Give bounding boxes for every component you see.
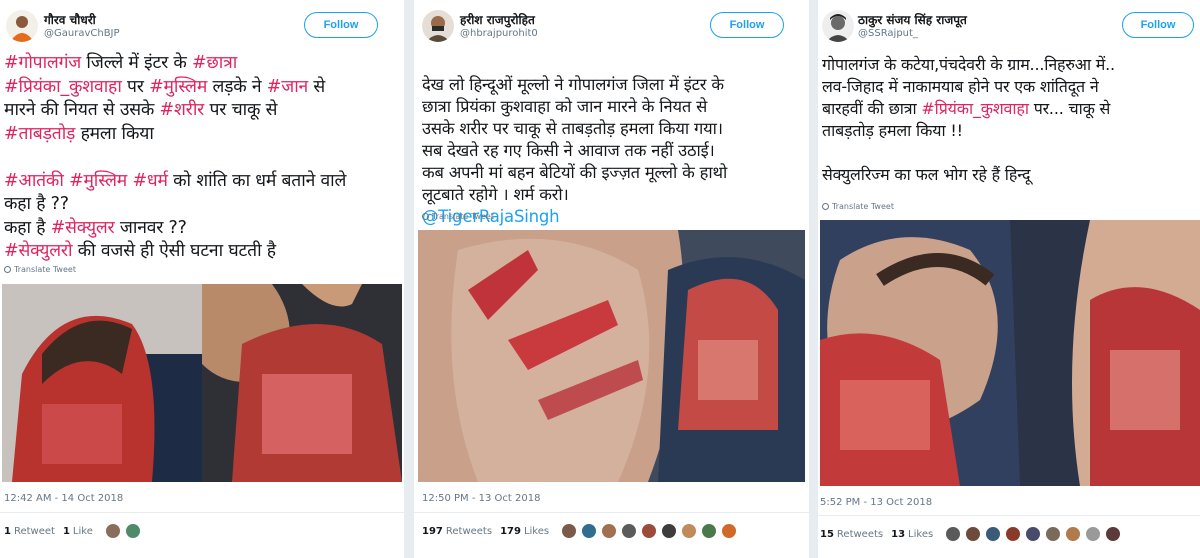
tweet-header: गौरव चौधरी @GauravChBJP Follow — [0, 8, 404, 48]
tweet-timestamp[interactable]: 12:50 PM - 13 Oct 2018 — [422, 493, 540, 504]
hashtag-link[interactable]: #गोपालगंज — [4, 53, 81, 73]
tweet-timestamp[interactable]: 12:42 AM - 14 Oct 2018 — [4, 493, 123, 504]
tweet-timestamp[interactable]: 5:52 PM - 13 Oct 2018 — [820, 497, 932, 508]
hashtag-link[interactable]: #सेक्युलरो — [4, 241, 73, 261]
hashtag-link[interactable]: #जान — [267, 77, 308, 97]
liker-avatar[interactable] — [621, 523, 638, 539]
avatar[interactable] — [822, 10, 854, 42]
likers-avatars[interactable] — [945, 526, 1125, 542]
liker-avatar[interactable] — [1005, 526, 1022, 542]
tweet-text-fragment: पर चाकू से — [209, 100, 278, 120]
liker-avatar[interactable] — [965, 526, 982, 542]
hashtag-link[interactable]: #मुस्लिम — [69, 171, 127, 191]
hashtag-link[interactable]: #छात्रा — [192, 53, 237, 73]
liker-avatar[interactable] — [1045, 526, 1062, 542]
likers-avatars[interactable] — [561, 523, 741, 539]
tweet-text: गोपालगंज के कटेया,पंचदेवरी के ग्राम...नि… — [822, 54, 1192, 186]
liker-avatar[interactable] — [104, 523, 121, 539]
translate-tweet-link[interactable]: Translate Tweet — [422, 212, 494, 221]
divider — [0, 512, 404, 513]
divider — [818, 515, 1200, 516]
hashtag-link[interactable]: #मुस्लिम — [149, 77, 207, 97]
tweet-header: ठाकुर संजय सिंह राजपूत @SSRajput_ Follow — [818, 8, 1200, 48]
hashtag-link[interactable]: #प्रियंका_कुशवाहा — [4, 77, 122, 97]
tweet-card-2: हरीश राजपुरोहित @hbrajpurohit0 Follow दे… — [414, 0, 809, 558]
hashtag-link[interactable]: #आतंकी — [4, 171, 64, 191]
follow-button[interactable]: Follow — [1122, 12, 1194, 38]
tweet-photo[interactable] — [418, 230, 805, 482]
tweet-text-fragment: पर — [121, 76, 150, 97]
user-handle[interactable]: @hbrajpurohit0 — [460, 28, 538, 39]
globe-icon — [422, 213, 429, 220]
liker-avatar[interactable] — [681, 523, 698, 539]
tweet-card-3: ठाकुर संजय सिंह राजपूत @SSRajput_ Follow… — [818, 0, 1200, 558]
tweet-text-content: देख लो हिन्दूओं मूल्लो ने गोपालगंज जिला … — [422, 75, 727, 204]
liker-avatar[interactable] — [985, 526, 1002, 542]
hashtag-link[interactable]: #धर्म — [132, 171, 167, 191]
follow-button[interactable]: Follow — [304, 12, 378, 38]
follow-button[interactable]: Follow — [710, 12, 784, 38]
hashtag-link[interactable]: #प्रियंका_कुशवाहा — [921, 99, 1029, 118]
tweet-card-1: गौरव चौधरी @GauravChBJP Follow #गोपालगंज… — [0, 0, 404, 558]
user-handle[interactable]: @GauravChBJP — [44, 28, 120, 39]
tweet-collage: गौरव चौधरी @GauravChBJP Follow #गोपालगंज… — [0, 0, 1200, 558]
tweet-text-fragment: देख लो हिन्दूओं मूल्लो ने गोपालगंज जिला … — [422, 75, 728, 204]
liker-avatar[interactable] — [1085, 526, 1102, 542]
liker-avatar[interactable] — [1105, 526, 1122, 542]
liker-avatar[interactable] — [601, 523, 618, 539]
tweet-text-fragment: जिल्ले में इंटर के — [81, 53, 192, 73]
tweet-header: हरीश राजपुरोहित @hbrajpurohit0 Follow — [414, 8, 809, 48]
liker-avatar[interactable] — [641, 523, 658, 539]
tweet-photo[interactable] — [820, 220, 1200, 486]
likes-count[interactable]: 1 Like — [63, 526, 93, 537]
user-handle[interactable]: @SSRajput_ — [858, 28, 918, 39]
liker-avatar[interactable] — [945, 526, 962, 542]
liker-avatar[interactable] — [124, 523, 141, 539]
likers-avatars[interactable] — [104, 523, 145, 539]
liker-avatar[interactable] — [1065, 526, 1082, 542]
tweet-text: #गोपालगंज जिल्ले में इंटर के #छात्रा #प्… — [4, 52, 396, 264]
translate-tweet-link[interactable]: Translate Tweet — [4, 265, 76, 274]
translate-tweet-link[interactable]: Translate Tweet — [822, 202, 894, 211]
tweet-stats: 15 Retweets 13 Likes — [820, 526, 1125, 542]
display-name[interactable]: गौरव चौधरी — [44, 11, 96, 28]
hashtag-link[interactable]: #ताबड़तोड़ — [4, 124, 75, 144]
liker-avatar[interactable] — [1025, 526, 1042, 542]
hashtag-link[interactable]: #शरीर — [160, 100, 205, 120]
liker-avatar[interactable] — [661, 523, 678, 539]
hashtag-link[interactable]: #सेक्युलर — [51, 218, 115, 238]
display-name[interactable]: ठाकुर संजय सिंह राजपूत — [858, 11, 967, 28]
liker-avatar[interactable] — [581, 523, 598, 539]
globe-icon — [822, 203, 829, 210]
liker-avatar[interactable] — [701, 523, 718, 539]
display-name[interactable]: हरीश राजपुरोहित — [460, 11, 535, 28]
tweet-text-fragment: लड़के ने — [207, 76, 267, 97]
tweet-photo[interactable] — [2, 284, 402, 482]
avatar[interactable] — [422, 10, 454, 42]
divider — [414, 512, 809, 513]
tweet-text-fragment: जानवर ?? — [119, 217, 187, 238]
tweet-text-fragment: हमला किया — [80, 123, 154, 144]
globe-icon — [4, 266, 11, 273]
tweet-stats: 1 Retweet 1 Like — [4, 523, 145, 539]
liker-avatar[interactable] — [561, 523, 578, 539]
liker-avatar[interactable] — [721, 523, 738, 539]
retweets-count[interactable]: 197 Retweets — [422, 526, 492, 537]
likes-count[interactable]: 179 Likes — [500, 526, 549, 537]
avatar[interactable] — [6, 10, 38, 42]
tweet-text-fragment: की वजसे ही ऐसी घटना घटती है — [72, 241, 276, 261]
tweet-stats: 197 Retweets 179 Likes — [422, 523, 741, 539]
retweets-count[interactable]: 1 Retweet — [4, 526, 55, 537]
retweets-count[interactable]: 15 Retweets — [820, 529, 883, 540]
likes-count[interactable]: 13 Likes — [891, 529, 933, 540]
